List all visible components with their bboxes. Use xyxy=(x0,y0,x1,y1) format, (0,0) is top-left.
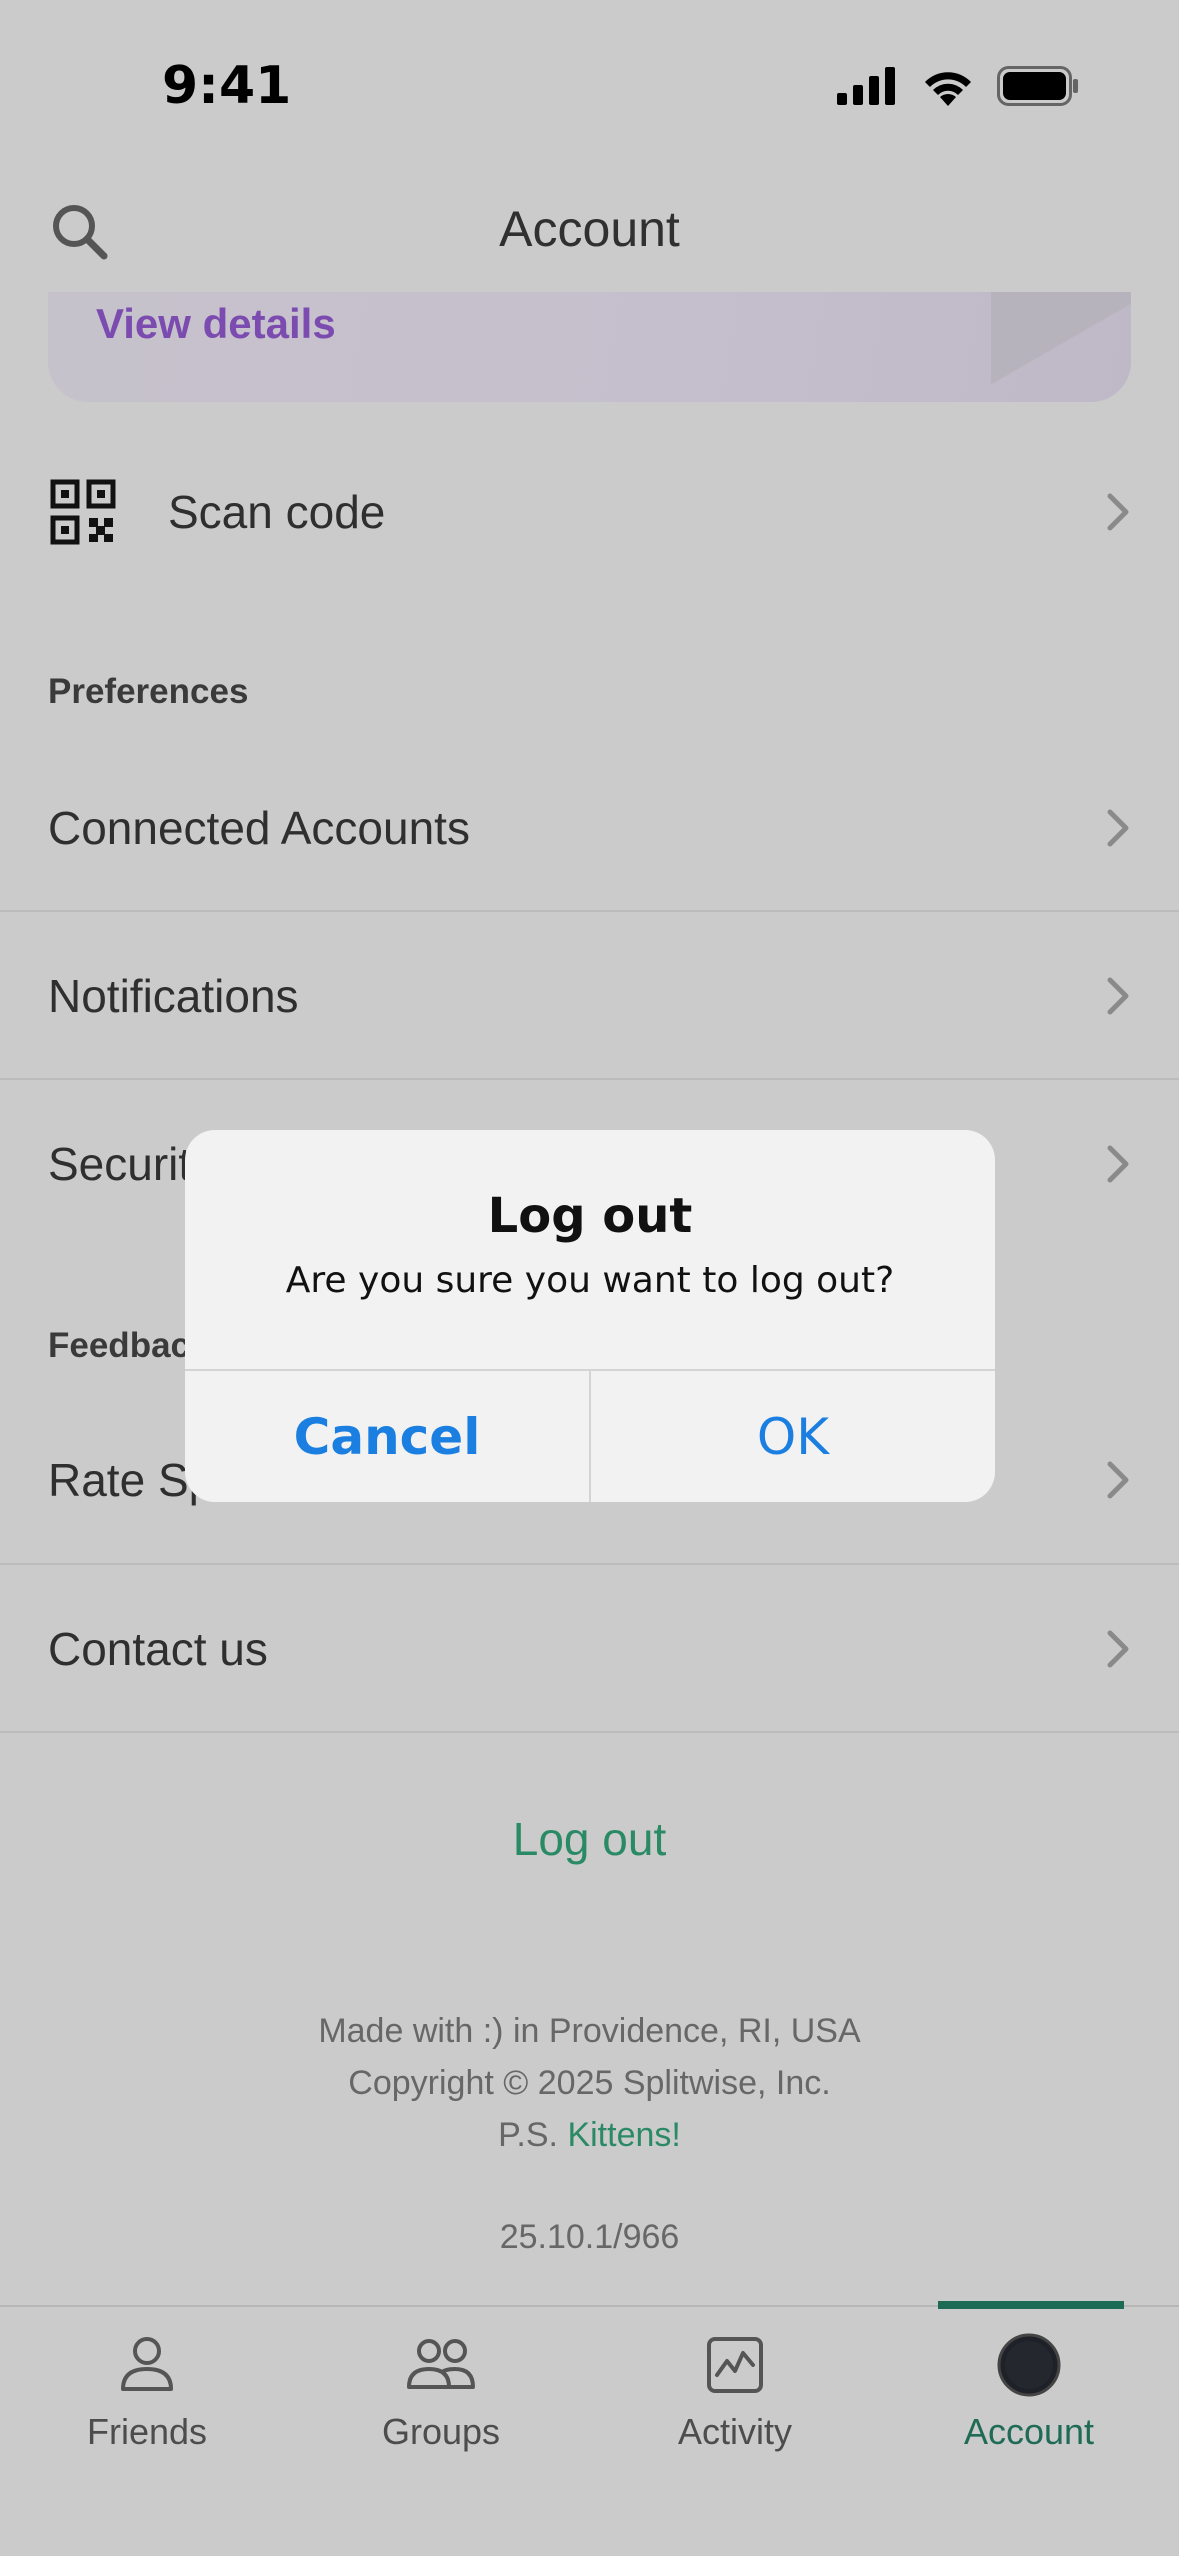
modal-overlay: Log out Are you sure you want to log out… xyxy=(0,0,1179,2556)
ok-button[interactable]: OK xyxy=(591,1371,995,1502)
alert-title: Log out xyxy=(487,1188,693,1244)
logout-alert-dialog: Log out Are you sure you want to log out… xyxy=(185,1130,995,1502)
cancel-button[interactable]: Cancel xyxy=(185,1371,589,1502)
alert-message: Are you sure you want to log out? xyxy=(285,1260,895,1301)
